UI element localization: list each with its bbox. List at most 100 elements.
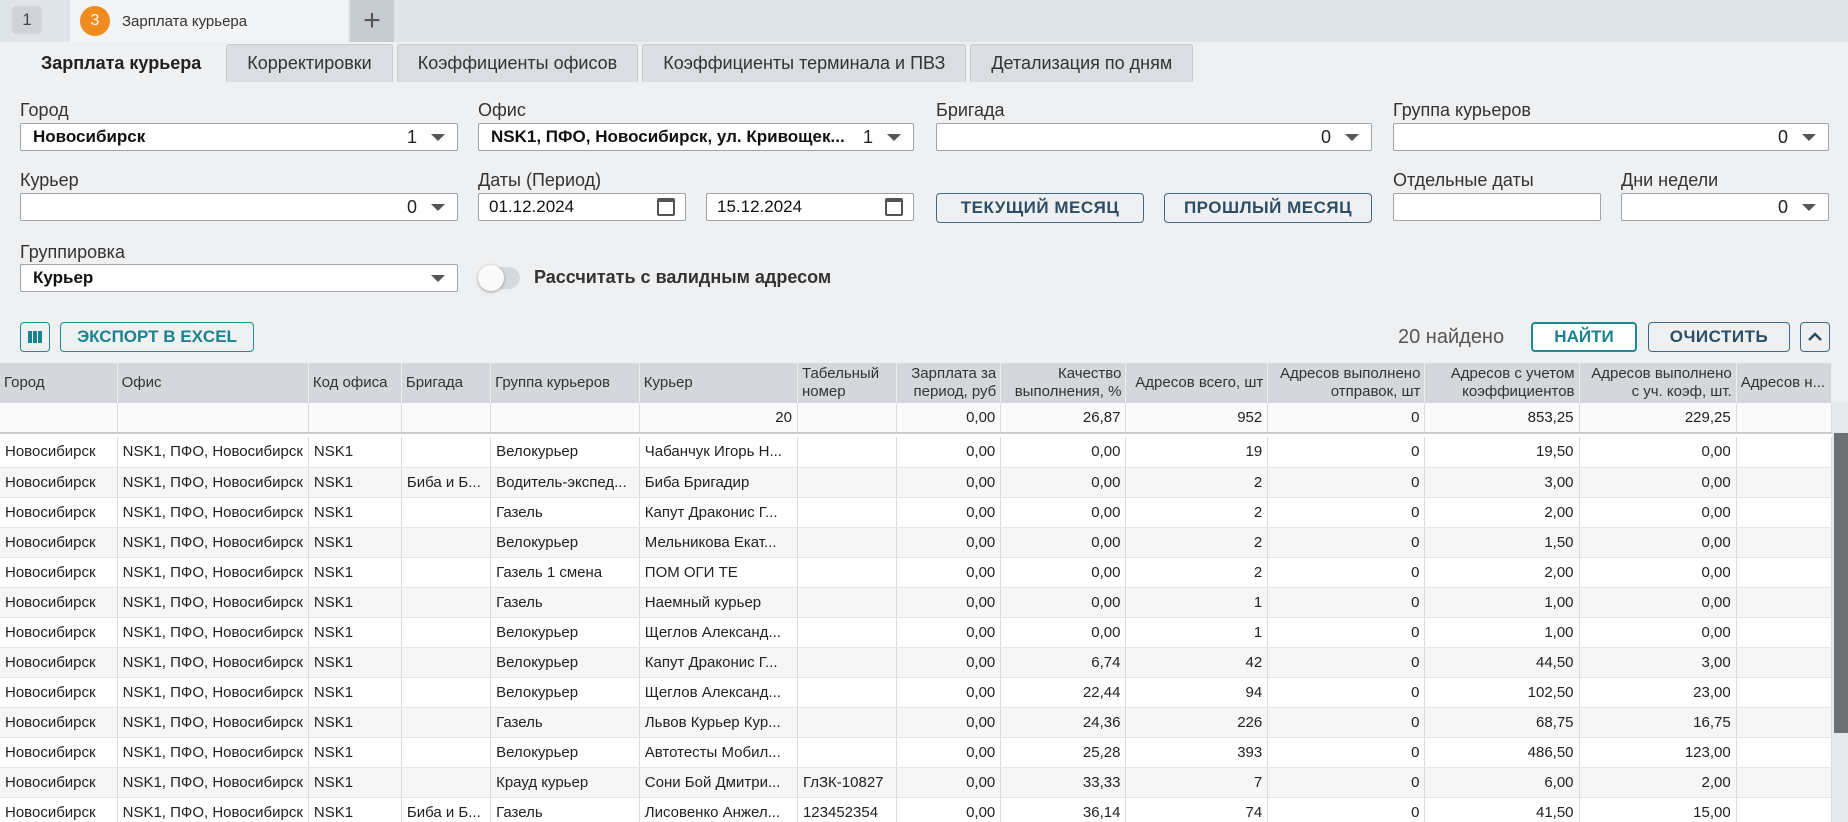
- col-header[interactable]: Адресов выполнено с уч. коэф, шт.: [1579, 363, 1737, 403]
- table-cell: Львов Курьер Кур...: [639, 707, 798, 738]
- table-row[interactable]: Новосибирск NSK1, ПФО, Новосибирск NSK1 Вел…: [0, 677, 1832, 708]
- table-cell: [401, 767, 492, 798]
- table-cell: 19: [1125, 437, 1269, 468]
- current-month-button[interactable]: ТЕКУЩИЙ МЕСЯЦ: [936, 193, 1144, 223]
- window-tab-courier-salary[interactable]: 3 Зарплата курьера: [70, 0, 348, 42]
- table-row[interactable]: Новосибирск NSK1, ПФО, Новосибирск NSK1 Вел…: [0, 527, 1832, 558]
- table-cell: Щеглов Александ...: [639, 617, 798, 648]
- courier-count: 0: [406, 196, 417, 217]
- table-cell: 36,14: [1000, 797, 1127, 822]
- col-header[interactable]: Адресов н...: [1736, 363, 1832, 403]
- col-header[interactable]: Адресов всего, шт: [1125, 363, 1269, 403]
- scrollbar-thumb[interactable]: [1834, 433, 1848, 733]
- table-cell: 1,50: [1424, 527, 1580, 558]
- col-header[interactable]: Код офиса: [308, 363, 402, 403]
- col-header[interactable]: Адресов с учетом коэффициентов: [1424, 363, 1580, 403]
- calendar-icon[interactable]: [657, 198, 675, 216]
- table-cell: 226: [1125, 707, 1269, 738]
- columns-button[interactable]: [20, 322, 50, 352]
- tab-courier-salary[interactable]: Зарплата курьера: [20, 44, 223, 82]
- table-row[interactable]: Новосибирск NSK1, ПФО, Новосибирск NSK1 Вел…: [0, 647, 1832, 678]
- table-cell: [797, 527, 897, 558]
- results-table: Город Офис Код офиса Бригада Группа курь…: [0, 363, 1832, 822]
- table-cell: 0,00: [896, 617, 1002, 648]
- col-header[interactable]: Адресов выполнено отправок, шт: [1267, 363, 1426, 403]
- col-header[interactable]: Табельный номер: [797, 363, 897, 403]
- city-select[interactable]: Новосибирск 1: [20, 123, 458, 151]
- date-from-input[interactable]: 01.12.2024: [478, 193, 686, 221]
- table-row[interactable]: Новосибирск NSK1, ПФО, Новосибирск NSK1 Вел…: [0, 617, 1832, 648]
- table-cell: Новосибирск: [0, 587, 118, 618]
- table-cell: 0,00: [896, 707, 1002, 738]
- table-cell: 0: [1267, 617, 1426, 648]
- export-excel-button[interactable]: ЭКСПОРТ В EXCEL: [60, 322, 254, 352]
- table-cell: 0: [1267, 647, 1426, 678]
- table-row[interactable]: Новосибирск NSK1, ПФО, Новосибирск NSK1 Биб…: [0, 467, 1832, 498]
- tab-daily-details[interactable]: Детализация по дням: [970, 44, 1194, 82]
- col-header[interactable]: Группа курьеров: [490, 363, 640, 403]
- table-cell: 853,25: [1424, 403, 1580, 434]
- col-header[interactable]: Курьер: [639, 363, 798, 403]
- table-cell: 0,00: [1579, 497, 1737, 528]
- weekdays-select[interactable]: 0: [1621, 193, 1829, 221]
- table-cell: Велокурьер: [490, 527, 640, 558]
- table-cell: 23,00: [1579, 677, 1737, 708]
- valid-address-toggle[interactable]: [478, 265, 520, 291]
- table-cell: 0,00: [1000, 617, 1127, 648]
- find-button[interactable]: НАЙТИ: [1531, 322, 1637, 352]
- col-header[interactable]: Качество выполнения, %: [1000, 363, 1127, 403]
- found-count: 20 найдено: [1398, 326, 1505, 348]
- table-cell: [401, 403, 492, 434]
- tab-corrections[interactable]: Корректировки: [226, 44, 393, 82]
- table-row[interactable]: Новосибирск NSK1, ПФО, Новосибирск NSK1 Вел…: [0, 437, 1832, 468]
- table-cell: NSK1: [308, 797, 402, 822]
- col-header[interactable]: Город: [0, 363, 118, 403]
- table-cell: [490, 403, 640, 434]
- city-value: Новосибирск: [33, 127, 146, 146]
- table-row[interactable]: Новосибирск NSK1, ПФО, Новосибирск NSK1 Газ…: [0, 557, 1832, 588]
- table-cell: Автотесты Мобил...: [639, 737, 798, 768]
- table-cell: 1: [1125, 587, 1269, 618]
- table-cell: 19,50: [1424, 437, 1580, 468]
- table-cell: [117, 403, 309, 434]
- table-cell: 0,00: [1579, 527, 1737, 558]
- table-cell: 26,87: [1000, 403, 1127, 434]
- table-cell: Новосибирск: [0, 467, 118, 498]
- col-header[interactable]: Бригада: [401, 363, 492, 403]
- table-row[interactable]: Новосибирск NSK1, ПФО, Новосибирск NSK1 Кра…: [0, 767, 1832, 798]
- last-month-button[interactable]: ПРОШЛЫЙ МЕСЯЦ: [1164, 193, 1372, 223]
- col-header[interactable]: Зарплата за период, руб: [896, 363, 1002, 403]
- table-cell: 0,00: [1000, 527, 1127, 558]
- table-cell: 0,00: [896, 497, 1002, 528]
- table-cell: Новосибирск: [0, 647, 118, 678]
- table-header-row: Город Офис Код офиса Бригада Группа курь…: [0, 363, 1832, 403]
- total-row[interactable]: 20 0,00 26,87 952 0 853,25 229,25: [0, 403, 1832, 434]
- table-row[interactable]: Новосибирск NSK1, ПФО, Новосибирск NSK1 Вел…: [0, 737, 1832, 768]
- brigade-select[interactable]: 0: [936, 123, 1372, 151]
- calendar-icon[interactable]: [885, 198, 903, 216]
- table-scrollbar[interactable]: [1832, 403, 1848, 822]
- office-select[interactable]: NSK1, ПФО, Новосибирск, ул. Кривощек... …: [478, 123, 914, 151]
- tab-terminal-coefficients[interactable]: Коэффициенты терминала и ПВЗ: [642, 44, 967, 82]
- table-row[interactable]: Новосибирск NSK1, ПФО, Новосибирск NSK1 Газ…: [0, 497, 1832, 528]
- table-cell: 0,00: [896, 677, 1002, 708]
- table-cell: 1: [1125, 617, 1269, 648]
- courier-group-select[interactable]: 0: [1393, 123, 1829, 151]
- collapse-button[interactable]: [1800, 322, 1830, 352]
- grouping-select[interactable]: Курьер: [20, 264, 458, 292]
- courier-select[interactable]: 0: [20, 193, 458, 221]
- table-row[interactable]: Новосибирск NSK1, ПФО, Новосибирск NSK1 Газ…: [0, 587, 1832, 618]
- chevron-down-icon: [1802, 203, 1816, 211]
- clear-button[interactable]: ОЧИСТИТЬ: [1648, 322, 1790, 352]
- date-to-input[interactable]: 15.12.2024: [706, 193, 914, 221]
- window-tab-1[interactable]: 1: [12, 6, 42, 34]
- table-cell: Чабанчук Игорь Н...: [639, 437, 798, 468]
- tab-office-coefficients[interactable]: Коэффициенты офисов: [396, 44, 639, 82]
- table-row[interactable]: Новосибирск NSK1, ПФО, Новосибирск NSK1 Газ…: [0, 707, 1832, 738]
- table-row[interactable]: Новосибирск NSK1, ПФО, Новосибирск NSK1 Биб…: [0, 797, 1832, 822]
- col-header[interactable]: Офис: [117, 363, 309, 403]
- add-tab-button[interactable]: +: [350, 0, 394, 42]
- table-cell: 0,00: [896, 767, 1002, 798]
- separate-dates-input[interactable]: [1393, 193, 1601, 221]
- table-cell: NSK1, ПФО, Новосибирск: [117, 497, 309, 528]
